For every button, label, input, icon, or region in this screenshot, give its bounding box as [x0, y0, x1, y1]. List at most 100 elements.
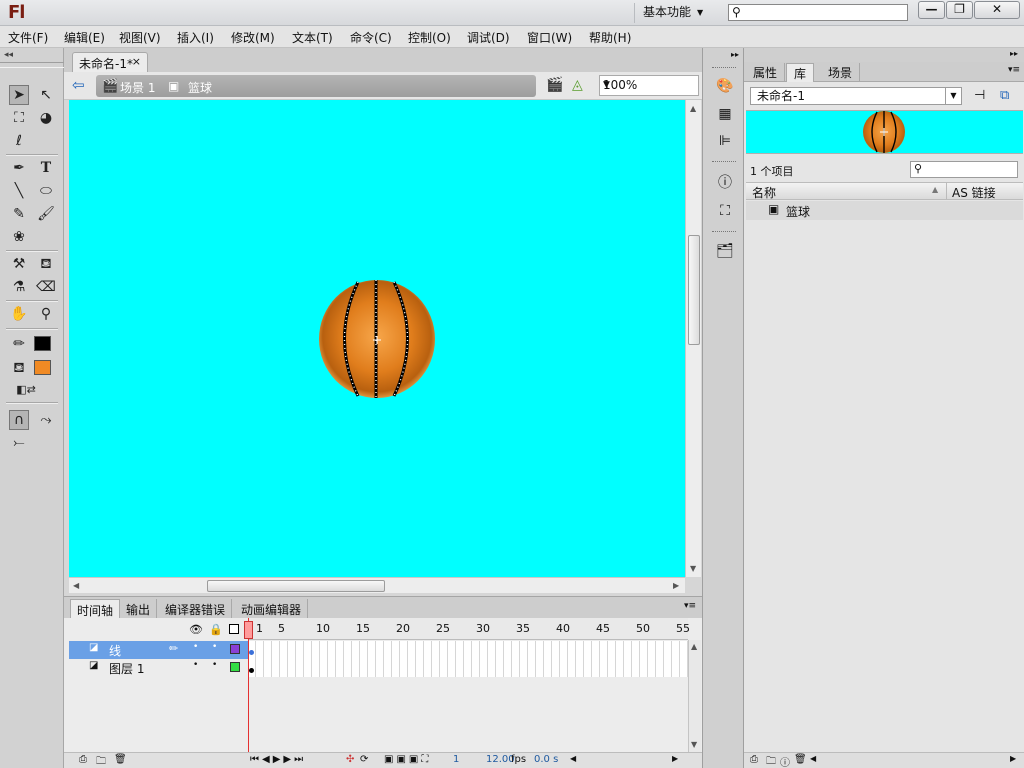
help-search-input[interactable]: [747, 6, 905, 19]
3d-rotation-tool-icon[interactable]: ◕: [36, 108, 56, 128]
column-name[interactable]: 名称: [752, 184, 776, 201]
zoom-select[interactable]: 100% ▼: [599, 75, 699, 96]
panel-grip[interactable]: [0, 62, 64, 68]
vertical-scroll-thumb[interactable]: [688, 235, 700, 345]
menu-text[interactable]: 文本(T): [292, 29, 333, 46]
scroll-right-icon[interactable]: ▶: [672, 754, 678, 763]
panel-grip[interactable]: [712, 67, 736, 70]
new-symbol-icon[interactable]: ⎙: [750, 754, 758, 765]
snap-to-objects-icon[interactable]: ∩: [9, 410, 29, 430]
panel-menu-icon[interactable]: ▾≡: [1008, 65, 1020, 75]
minimize-button[interactable]: —: [918, 1, 945, 19]
menu-modify[interactable]: 修改(M): [231, 29, 275, 46]
eraser-tool-icon[interactable]: ⌫: [36, 277, 56, 297]
new-folder-icon[interactable]: 🗀: [96, 754, 106, 768]
oval-tool-icon[interactable]: ⬭: [36, 181, 56, 201]
new-layer-icon[interactable]: ⎙: [79, 754, 87, 765]
library-item-name[interactable]: 篮球: [786, 203, 810, 220]
scroll-right-icon[interactable]: ▶: [673, 581, 679, 590]
delete-layer-icon[interactable]: 🗑: [114, 754, 127, 765]
free-transform-tool-icon[interactable]: ⛶: [9, 108, 29, 128]
tab-scene[interactable]: 场景: [821, 63, 861, 82]
document-tab[interactable]: 未命名-1* ×: [72, 52, 148, 72]
edit-scene-icon[interactable]: 🎬: [546, 77, 563, 93]
pen-tool-icon[interactable]: ✒: [9, 158, 29, 178]
menu-commands[interactable]: 命令(C): [350, 29, 392, 46]
tab-motion-editor[interactable]: 动画编辑器: [235, 599, 309, 619]
straighten-icon[interactable]: ⤚: [9, 433, 29, 453]
playback-controls[interactable]: ⏮◀▶▶⏭: [250, 754, 306, 765]
panel-grip[interactable]: [712, 161, 736, 164]
properties-icon[interactable]: ⓘ: [780, 754, 790, 768]
tab-properties[interactable]: 属性: [746, 63, 786, 82]
frame-row-layer-1[interactable]: [248, 659, 688, 677]
transform-icon[interactable]: ⛶: [715, 201, 735, 221]
show-hide-all-icon[interactable]: 👁: [189, 623, 203, 636]
loop-icon[interactable]: ⟳: [360, 754, 368, 765]
align-icon[interactable]: ⊫: [715, 131, 735, 151]
maximize-button[interactable]: ❐: [946, 1, 973, 19]
expand-panels-icon[interactable]: ▸▸: [731, 50, 739, 59]
tab-timeline[interactable]: 时间轴: [70, 599, 121, 619]
frame-row-layer-line[interactable]: [248, 641, 688, 659]
center-frame-icon[interactable]: ✣: [346, 754, 354, 765]
help-search[interactable]: ⚲: [728, 4, 908, 21]
menu-edit[interactable]: 编辑(E): [64, 29, 105, 46]
timeline-vertical-scrollbar[interactable]: ▲ ▼: [688, 640, 701, 752]
subselection-tool-icon[interactable]: ↖: [36, 85, 56, 105]
breadcrumb-symbol[interactable]: 篮球: [188, 79, 212, 96]
menu-debug[interactable]: 调试(D): [467, 29, 510, 46]
scroll-right-icon[interactable]: ▶: [1010, 754, 1016, 763]
workspace-switcher[interactable]: 基本功能 ▼: [634, 3, 711, 23]
lock-all-icon[interactable]: 🔒: [209, 623, 223, 636]
menu-insert[interactable]: 插入(I): [177, 29, 214, 46]
horizontal-scroll-thumb[interactable]: [207, 580, 385, 592]
scroll-down-icon[interactable]: ▼: [691, 740, 697, 749]
edit-symbols-icon[interactable]: ◬: [572, 77, 583, 93]
color-palette-icon[interactable]: 🎨: [715, 76, 735, 96]
fill-color-swatch[interactable]: [34, 360, 51, 375]
tab-library[interactable]: 库: [786, 63, 815, 82]
pencil-tool-icon[interactable]: ✎: [9, 204, 29, 224]
swap-colors-icon[interactable]: ◧⇄: [16, 380, 36, 400]
bone-tool-icon[interactable]: ⚒: [9, 254, 29, 274]
selection-tool-icon[interactable]: ➤: [9, 85, 29, 105]
frame-ruler[interactable]: 1 5 10 15 20 25 30 35 40 45 50 55: [248, 618, 690, 640]
tab-compiler-errors[interactable]: 编译器错误: [159, 599, 233, 619]
components-icon[interactable]: 🗂: [715, 241, 735, 261]
menu-file[interactable]: 文件(F): [8, 29, 48, 46]
playhead-handle[interactable]: [244, 621, 253, 639]
onion-skin-icons[interactable]: ▣▣▣⛶: [384, 754, 431, 765]
stage-vertical-scrollbar[interactable]: ▲ ▼: [685, 100, 701, 577]
expand-panels-icon[interactable]: ▸▸: [1010, 49, 1018, 58]
scroll-up-icon[interactable]: ▲: [690, 104, 696, 113]
visibility-dot[interactable]: •: [193, 660, 198, 670]
panel-grip[interactable]: [712, 231, 736, 234]
scroll-left-icon[interactable]: ◀: [570, 754, 576, 763]
new-folder-icon[interactable]: 🗀: [766, 754, 776, 768]
stage-horizontal-scrollbar[interactable]: ◀ ▶: [69, 577, 685, 593]
column-divider[interactable]: [946, 182, 947, 200]
library-search[interactable]: ⚲: [910, 161, 1018, 178]
back-arrow-icon[interactable]: ⇦: [72, 76, 85, 94]
text-tool-icon[interactable]: T: [36, 158, 56, 178]
panel-menu-icon[interactable]: ▾≡: [684, 601, 696, 611]
library-item[interactable]: ▣ 篮球: [746, 201, 1023, 220]
scroll-down-icon[interactable]: ▼: [690, 564, 696, 573]
lasso-tool-icon[interactable]: ℓ: [9, 131, 29, 151]
lock-dot[interactable]: •: [212, 660, 217, 670]
visibility-dot[interactable]: •: [193, 642, 198, 652]
zoom-tool-icon[interactable]: ⚲: [36, 304, 56, 324]
library-document-select[interactable]: 未命名-1 ▼: [750, 87, 962, 105]
layer-row-layer-1[interactable]: ◪ 图层 1 • •: [69, 659, 249, 677]
close-window-button[interactable]: ✕: [974, 1, 1020, 19]
hand-tool-icon[interactable]: ✋: [9, 304, 29, 324]
keyframe-dot[interactable]: [249, 668, 254, 673]
stroke-color-swatch[interactable]: [34, 336, 51, 351]
scroll-up-icon[interactable]: ▲: [691, 642, 697, 651]
layer-name[interactable]: 线: [109, 642, 121, 659]
frame-area[interactable]: 1 5 10 15 20 25 30 35 40 45 50 55: [248, 618, 690, 748]
menu-view[interactable]: 视图(V): [119, 29, 161, 46]
menu-window[interactable]: 窗口(W): [527, 29, 572, 46]
collapse-panel-icon[interactable]: ◂◂: [4, 50, 13, 60]
